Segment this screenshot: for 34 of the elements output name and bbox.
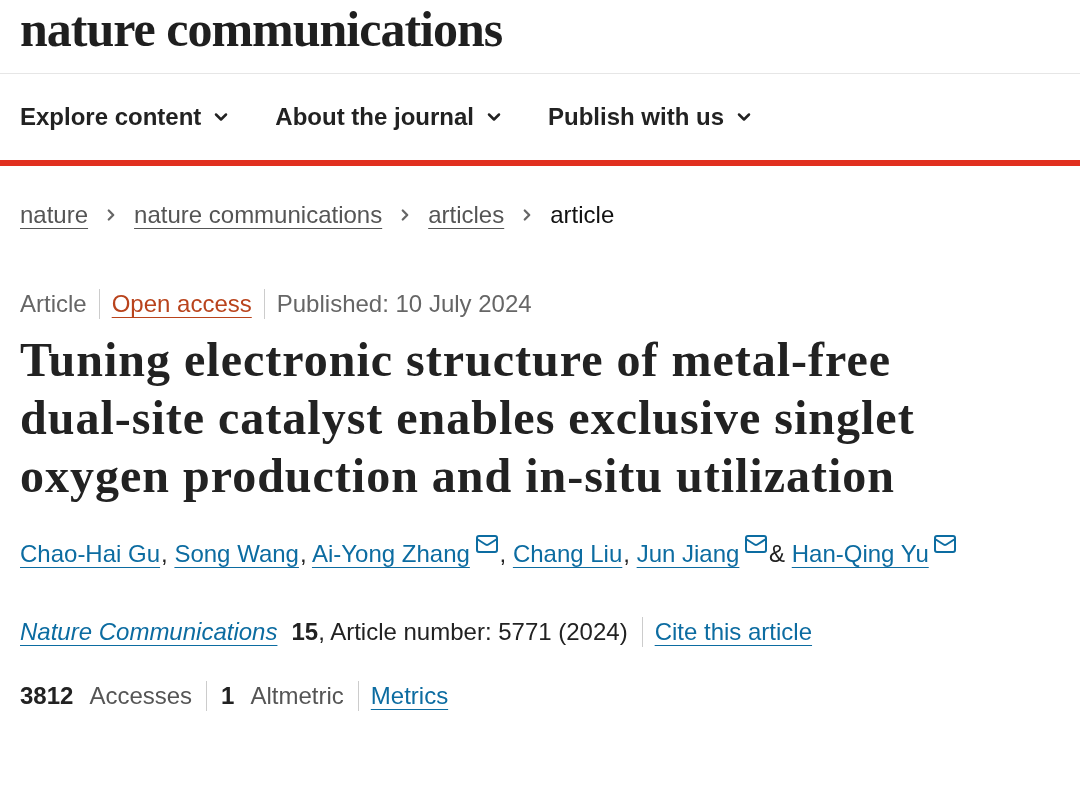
mail-icon[interactable] (744, 532, 769, 556)
cite-article-link[interactable]: Cite this article (654, 617, 813, 647)
author-link[interactable]: Han-Qing Yu (791, 540, 929, 567)
breadcrumb-link[interactable]: article (550, 200, 615, 230)
author-separator: , (299, 540, 307, 567)
mail-icon[interactable] (933, 532, 958, 556)
author-link[interactable]: Chao-Hai Gu (20, 540, 161, 567)
breadcrumb-link[interactable]: articles (428, 200, 505, 230)
mail-icon[interactable] (474, 532, 499, 556)
author-separator: , (161, 540, 168, 567)
journal-logo[interactable]: nature communications (20, 3, 503, 54)
metric-count: 3812 (20, 681, 74, 711)
metrics-link[interactable]: Metrics (370, 681, 449, 711)
nav-menu-button[interactable]: Explore content (20, 102, 232, 132)
journal-link[interactable]: Nature Communications (20, 617, 278, 647)
open-access-link[interactable]: Open access (99, 289, 264, 319)
article-type-label: Article (20, 289, 88, 319)
article-title: Tuning electronic structure of metal-free dual-site catalyst enables exclusive singlet oxygen production and in-situ utilization (20, 332, 916, 504)
author-link[interactable]: Chang Liu (512, 540, 623, 567)
author-link[interactable]: Ai-Yong Zhang (311, 540, 470, 567)
published-date: Published: 10 July 2024 (275, 289, 532, 319)
metric-name: Accesses (89, 681, 193, 711)
metric-name: Altmetric (250, 681, 344, 711)
nav-menu-button[interactable]: About the journal (275, 102, 504, 132)
breadcrumb-link[interactable]: nature (20, 200, 89, 230)
author-separator: , (623, 540, 630, 567)
metric-count: 1 (221, 681, 235, 711)
author-separator: , (499, 540, 507, 567)
citation-details: 15, Article number: 5771 (2024) (291, 617, 629, 647)
nav-menu-button[interactable]: Publish with us (548, 102, 755, 132)
breadcrumb-link[interactable]: nature communications (134, 200, 383, 230)
author-link[interactable]: Song Wang (174, 540, 299, 567)
author-separator: & (769, 540, 786, 567)
author-link[interactable]: Jun Jiang (636, 540, 740, 567)
